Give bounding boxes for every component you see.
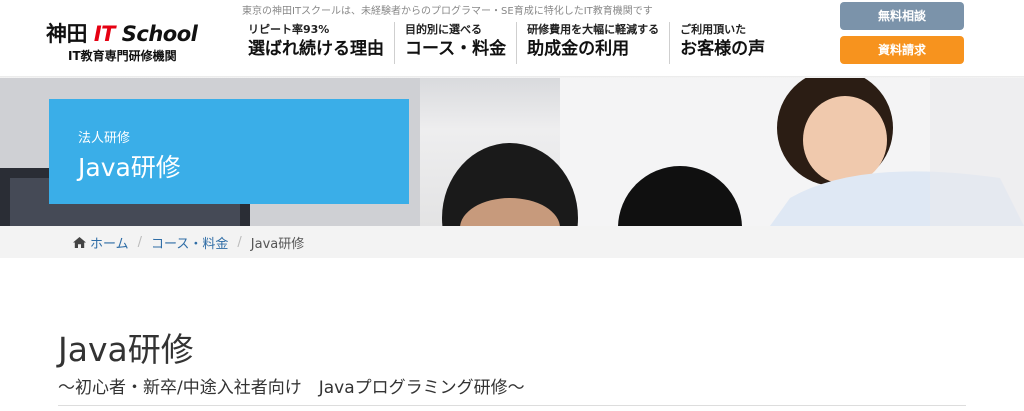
content-divider	[58, 405, 966, 406]
nav-item-subsidy[interactable]: 研修費用を大幅に軽減する 助成金の利用	[516, 22, 669, 64]
header-tagline: 東京の神田ITスクールは、未経験者からのプログラマー・SE育成に特化したIT教育…	[242, 6, 653, 17]
hero-banner: 法人研修 Java研修	[0, 78, 1024, 226]
nav-item-label: 助成金の利用	[527, 39, 630, 59]
home-icon	[73, 237, 86, 248]
breadcrumb-separator: /	[237, 235, 242, 250]
nav-item-small-label: 研修費用を大幅に軽減する	[527, 23, 660, 36]
main-nav: リピート率93% 選ばれ続ける理由 目的別に選べる コース・料金 研修費用を大幅…	[238, 22, 775, 64]
breadcrumb-courses[interactable]: コース・料金	[151, 233, 228, 252]
free-consultation-button[interactable]: 無料相談	[840, 2, 964, 30]
breadcrumb-current: Java研修	[250, 237, 305, 252]
logo-subtitle: IT教育専門研修機関	[68, 49, 177, 63]
nav-item-small-label: 目的別に選べる	[405, 23, 482, 36]
page-title: Java研修	[58, 330, 194, 369]
nav-item-testimonials[interactable]: ご利用頂いた お客様の声	[669, 22, 775, 64]
breadcrumb-list: ホーム / コース・料金 / Java研修	[73, 233, 304, 252]
breadcrumb-home[interactable]: ホーム	[73, 233, 129, 252]
nav-item-small-label: ご利用頂いた	[680, 23, 747, 36]
breadcrumb-home-label: ホーム	[90, 237, 129, 252]
logo-it: IT	[93, 22, 116, 46]
nav-item-reasons[interactable]: リピート率93% 選ばれ続ける理由	[238, 22, 394, 64]
breadcrumb: ホーム / コース・料金 / Java研修	[0, 226, 1024, 258]
site-header: 東京の神田ITスクールは、未経験者からのプログラマー・SE育成に特化したIT教育…	[0, 0, 1024, 78]
hero-title-box: 法人研修 Java研修	[49, 99, 409, 204]
logo-text: 神田 IT School	[46, 18, 216, 48]
hero-title: Java研修	[78, 153, 181, 182]
site-logo[interactable]: 神田 IT School IT教育専門研修機関	[46, 18, 216, 63]
request-documents-button[interactable]: 資料請求	[840, 36, 964, 64]
page-subtitle: ～初心者・新卒/中途入社者向け Javaプログラミング研修～	[58, 378, 525, 398]
nav-item-small-label: リピート率93%	[248, 23, 330, 36]
nav-item-label: 選ばれ続ける理由	[248, 39, 384, 59]
nav-item-label: お客様の声	[680, 39, 766, 59]
logo-prefix: 神田	[46, 22, 88, 46]
nav-item-courses[interactable]: 目的別に選べる コース・料金	[394, 22, 516, 64]
breadcrumb-separator: /	[137, 235, 143, 250]
hero-category: 法人研修	[78, 131, 131, 146]
logo-school: School	[121, 22, 198, 46]
nav-item-label: コース・料金	[405, 39, 507, 59]
